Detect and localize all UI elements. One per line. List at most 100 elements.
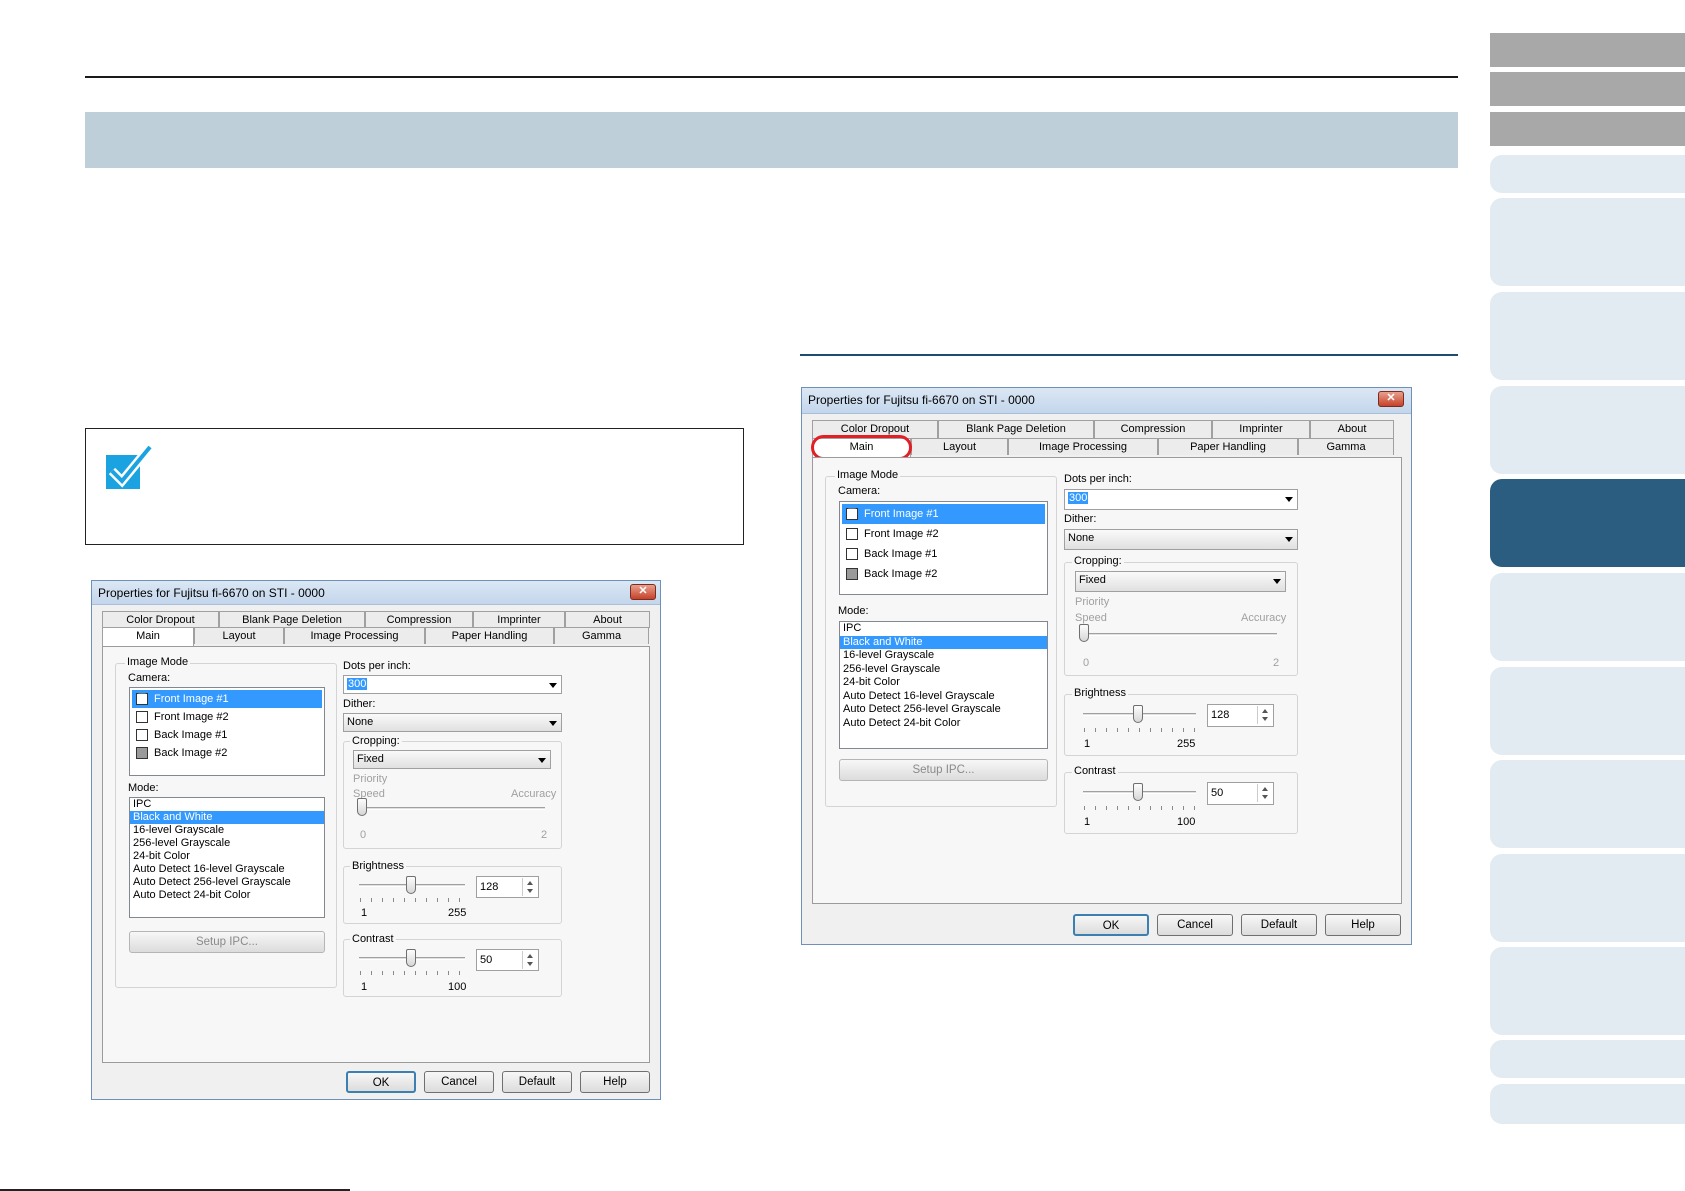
priority-slider-thumb[interactable] (1079, 624, 1089, 642)
checkbox-back-2[interactable] (136, 747, 148, 759)
close-icon[interactable]: ✕ (1378, 391, 1404, 407)
spin-arrows-icon[interactable] (522, 951, 537, 969)
contrast-spinner[interactable]: 50 (476, 949, 539, 971)
dither-combo[interactable]: None (1064, 529, 1298, 550)
contrast-spinner[interactable]: 50 (1207, 782, 1274, 805)
tab-image-processing[interactable]: Image Processing (284, 627, 425, 644)
setup-ipc-button[interactable]: Setup IPC... (839, 759, 1048, 781)
mode-item[interactable]: Auto Detect 256-level Grayscale (840, 703, 1047, 717)
mode-item[interactable]: 24-bit Color (130, 850, 324, 863)
tab-paper-handling[interactable]: Paper Handling (425, 627, 554, 644)
dpi-combo[interactable]: 300 (1064, 489, 1298, 510)
brightness-spinner[interactable]: 128 (476, 876, 539, 898)
close-icon[interactable]: ✕ (630, 584, 656, 600)
camera-item-back-2[interactable]: Back Image #2 (132, 744, 322, 762)
side-tab-13[interactable] (1490, 947, 1685, 1035)
side-tab-11[interactable] (1490, 760, 1685, 848)
mode-item[interactable]: 256-level Grayscale (840, 663, 1047, 677)
mode-item[interactable]: Auto Detect 24-bit Color (130, 889, 324, 902)
side-tab-3[interactable] (1490, 112, 1685, 146)
spin-arrows-icon[interactable] (522, 878, 537, 896)
setup-ipc-button[interactable]: Setup IPC... (129, 931, 325, 953)
side-tab-6[interactable] (1490, 292, 1685, 380)
tab-image-processing[interactable]: Image Processing (1008, 438, 1158, 455)
mode-item-selected[interactable]: Black and White (840, 635, 1047, 649)
cancel-button[interactable]: Cancel (424, 1071, 494, 1093)
tab-blank-page-deletion[interactable]: Blank Page Deletion (219, 611, 365, 628)
tab-layout[interactable]: Layout (194, 627, 284, 644)
tab-blank-page-deletion[interactable]: Blank Page Deletion (938, 420, 1094, 438)
mode-list[interactable]: IPC Black and White 16-level Grayscale 2… (839, 621, 1048, 749)
tab-imprinter[interactable]: Imprinter (1212, 420, 1310, 438)
tab-paper-handling[interactable]: Paper Handling (1158, 438, 1298, 455)
tab-compression[interactable]: Compression (365, 611, 473, 628)
cropping-combo[interactable]: Fixed (1075, 571, 1286, 592)
side-tab-1[interactable] (1490, 33, 1685, 67)
checkbox-front-2[interactable] (136, 711, 148, 723)
side-tab-5[interactable] (1490, 198, 1685, 286)
dpi-combo[interactable]: 300 (343, 675, 562, 694)
spin-arrows-icon[interactable] (1257, 706, 1272, 724)
mode-item[interactable]: IPC (130, 798, 324, 811)
mode-list[interactable]: IPC Black and White 16-level Grayscale 2… (129, 797, 325, 918)
side-tab-9[interactable] (1490, 573, 1685, 661)
ok-button[interactable]: OK (346, 1071, 416, 1093)
tab-gamma[interactable]: Gamma (1298, 438, 1394, 455)
brightness-slider-thumb[interactable] (1133, 705, 1143, 723)
dither-combo[interactable]: None (343, 713, 562, 732)
camera-item-front-1[interactable]: ☑ Front Image #1 (132, 690, 322, 708)
tab-compression[interactable]: Compression (1094, 420, 1212, 438)
spin-arrows-icon[interactable] (1257, 784, 1272, 802)
tab-color-dropout[interactable]: Color Dropout (102, 611, 219, 628)
priority-slider-thumb[interactable] (357, 798, 367, 816)
mode-item[interactable]: Auto Detect 256-level Grayscale (130, 876, 324, 889)
checkbox-front-1[interactable]: ☑ (846, 508, 858, 520)
tab-about[interactable]: About (1310, 420, 1394, 438)
side-tab-active[interactable] (1490, 479, 1685, 567)
side-tab-7[interactable] (1490, 386, 1685, 474)
side-tab-4[interactable] (1490, 155, 1685, 193)
camera-list[interactable]: ☑ Front Image #1 Front Image #2 Back Imag… (839, 501, 1048, 595)
mode-item-selected[interactable]: Black and White (130, 811, 324, 824)
brightness-slider-thumb[interactable] (406, 876, 416, 894)
help-button[interactable]: Help (1325, 914, 1401, 936)
mode-item[interactable]: Auto Detect 16-level Grayscale (130, 863, 324, 876)
default-button[interactable]: Default (1241, 914, 1317, 936)
ok-button[interactable]: OK (1073, 914, 1149, 936)
contrast-slider-thumb[interactable] (406, 949, 416, 967)
tab-gamma[interactable]: Gamma (554, 627, 649, 644)
side-tab-12[interactable] (1490, 854, 1685, 942)
camera-item-front-2[interactable]: Front Image #2 (132, 708, 322, 726)
tab-imprinter[interactable]: Imprinter (473, 611, 565, 628)
tab-main[interactable]: Main (102, 627, 194, 646)
camera-list[interactable]: ☑ Front Image #1 Front Image #2 Back Imag… (129, 687, 325, 776)
side-tab-10[interactable] (1490, 667, 1685, 755)
checkbox-back-1[interactable] (136, 729, 148, 741)
cropping-combo[interactable]: Fixed (353, 750, 551, 769)
checkbox-front-1[interactable]: ☑ (136, 693, 148, 705)
contrast-slider-thumb[interactable] (1133, 783, 1143, 801)
mode-item[interactable]: IPC (840, 622, 1047, 636)
checkbox-back-1[interactable] (846, 548, 858, 560)
mode-item[interactable]: 24-bit Color (840, 676, 1047, 690)
camera-item-front-1[interactable]: ☑ Front Image #1 (842, 504, 1045, 524)
side-tab-2[interactable] (1490, 72, 1685, 106)
camera-item-front-2[interactable]: Front Image #2 (842, 524, 1045, 544)
camera-item-back-2[interactable]: Back Image #2 (842, 564, 1045, 584)
side-tab-15[interactable] (1490, 1084, 1685, 1124)
checkbox-back-2[interactable] (846, 568, 858, 580)
camera-item-back-1[interactable]: Back Image #1 (132, 726, 322, 744)
cancel-button[interactable]: Cancel (1157, 914, 1233, 936)
help-button[interactable]: Help (580, 1071, 650, 1093)
brightness-spinner[interactable]: 128 (1207, 704, 1274, 727)
mode-item[interactable]: 16-level Grayscale (840, 649, 1047, 663)
default-button[interactable]: Default (502, 1071, 572, 1093)
side-tab-14[interactable] (1490, 1040, 1685, 1078)
camera-item-back-1[interactable]: Back Image #1 (842, 544, 1045, 564)
mode-item[interactable]: 256-level Grayscale (130, 837, 324, 850)
checkbox-front-2[interactable] (846, 528, 858, 540)
mode-item[interactable]: 16-level Grayscale (130, 824, 324, 837)
mode-item[interactable]: Auto Detect 16-level Grayscale (840, 690, 1047, 704)
mode-item[interactable]: Auto Detect 24-bit Color (840, 717, 1047, 731)
tab-about[interactable]: About (565, 611, 650, 628)
